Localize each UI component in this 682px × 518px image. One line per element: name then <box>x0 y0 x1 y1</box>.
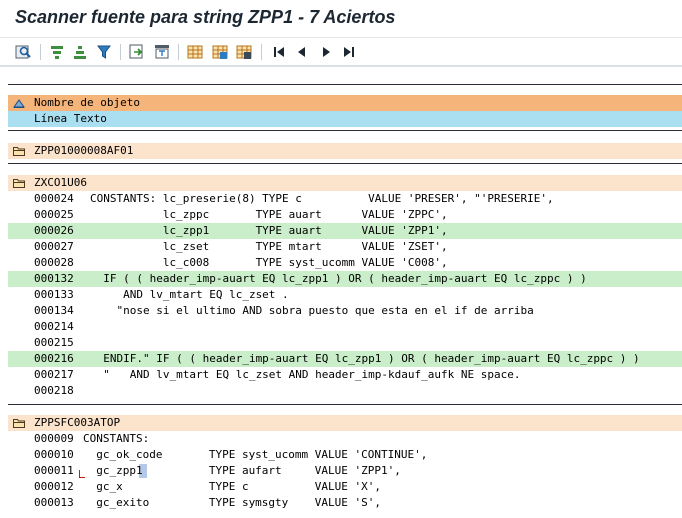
group-name: ZXCO1U06 <box>34 176 87 189</box>
line-text: AND lv_mtart EQ lc_zset . <box>90 288 289 301</box>
line-text: lc_zset TYPE mtart VALUE 'ZSET', <box>90 240 448 253</box>
previous-page-icon[interactable] <box>292 42 312 62</box>
code-line[interactable]: 000134 "nose si el ultimo AND sobra pues… <box>8 303 682 319</box>
sort-descending-icon[interactable] <box>70 42 90 62</box>
code-line[interactable]: 000010 gc_ok_code TYPE syst_ucomm VALUE … <box>8 447 682 463</box>
folder-icon[interactable] <box>13 178 25 188</box>
next-page-icon[interactable] <box>316 42 336 62</box>
code-line[interactable]: 000024 CONSTANTS: lc_preserie(8) TYPE c V… <box>8 191 682 207</box>
line-number: 000028 <box>34 256 74 269</box>
line-number: 000025 <box>34 208 74 221</box>
line-text: "nose si el ultimo AND sobra puesto que … <box>90 304 534 317</box>
line-number: 000215 <box>34 336 74 349</box>
column-header-line-text: Línea Texto <box>34 112 107 125</box>
toolbar-separator <box>120 44 121 60</box>
line-text: " AND lv_mtart EQ lc_zset AND header_imp… <box>90 368 521 381</box>
line-number: 000024 <box>34 192 74 205</box>
group-name: ZPPSFC003ATOP <box>34 416 121 429</box>
toolbar-separator <box>261 44 262 60</box>
line-number: 000133 <box>34 288 74 301</box>
window-title: Scanner fuente para string ZPP1 - 7 Acie… <box>15 7 396 27</box>
line-number: 000217 <box>34 368 74 381</box>
first-page-icon[interactable] <box>269 42 289 62</box>
toolbar-separator <box>40 44 41 60</box>
line-number: 000132 <box>34 272 74 285</box>
last-page-icon[interactable] <box>339 42 359 62</box>
line-text: lc_c008 TYPE syst_ucomm VALUE 'C008', <box>90 256 448 269</box>
code-line-hit[interactable]: 000132 IF ( ( header_imp-auart EQ lc_zpp… <box>8 271 682 287</box>
layout-save-icon[interactable] <box>234 42 254 62</box>
divider <box>8 130 682 131</box>
line-number: 000010 <box>34 448 74 461</box>
filter-icon[interactable] <box>94 42 114 62</box>
line-number: 000214 <box>34 320 74 333</box>
line-text: gc_ok_code TYPE syst_ucomm VALUE 'CONTIN… <box>83 448 428 461</box>
line-text: lc_zpp1 TYPE auart VALUE 'ZPP1', <box>90 224 448 237</box>
line-text: IF ( ( header_imp-auart EQ lc_zpp1 ) OR … <box>90 272 587 285</box>
layout-select-icon[interactable] <box>210 42 230 62</box>
code-line-hit[interactable]: 000216 ENDIF." IF ( ( header_imp-auart E… <box>8 351 682 367</box>
line-number: 000027 <box>34 240 74 253</box>
line-number: 000134 <box>34 304 74 317</box>
find-icon[interactable] <box>14 42 34 62</box>
line-number: 000218 <box>34 384 74 397</box>
export-icon[interactable] <box>127 42 147 62</box>
code-line[interactable]: 000217 " AND lv_mtart EQ lc_zset AND hea… <box>8 367 682 383</box>
title-bar: Scanner fuente para string ZPP1 - 7 Acie… <box>0 0 682 38</box>
code-line-selected[interactable]: 000011 gc_zpp1 TYPE aufart VALUE 'ZPP1', <box>8 463 682 479</box>
code-line[interactable]: 000214 <box>8 319 682 335</box>
code-line[interactable]: 000025 lc_zppc TYPE auart VALUE 'ZPPC', <box>8 207 682 223</box>
divider <box>8 84 682 85</box>
line-number: 000011 <box>34 464 74 477</box>
group-row[interactable]: ZXCO1U06 <box>8 175 682 191</box>
code-line[interactable]: 000013 gc_exito TYPE symsgty VALUE 'S', <box>8 495 682 511</box>
line-number: 000216 <box>34 352 74 365</box>
sort-ascending-icon[interactable] <box>47 42 67 62</box>
divider <box>8 404 682 405</box>
code-line[interactable]: 000012 gc_x TYPE c VALUE 'X', <box>8 479 682 495</box>
code-line[interactable]: 000009 CONSTANTS: <box>8 431 682 447</box>
line-text: gc_zpp1 TYPE aufart VALUE 'ZPP1', <box>83 464 401 477</box>
line-number: 000009 <box>34 432 74 445</box>
header-row-object-name[interactable]: Nombre de objeto <box>8 95 682 111</box>
group-name: ZPP01000008AF01 <box>34 144 134 157</box>
collapse-all-icon[interactable] <box>13 98 25 108</box>
code-line[interactable]: 000027 lc_zset TYPE mtart VALUE 'ZSET', <box>8 239 682 255</box>
folder-icon[interactable] <box>13 418 25 428</box>
line-text: CONSTANTS: lc_preserie(8) TYPE c VALUE '… <box>90 192 554 205</box>
line-number: 000013 <box>34 496 74 509</box>
folder-icon[interactable] <box>13 146 25 156</box>
results-list: Nombre de objeto Línea Texto ZPP01000008… <box>0 66 682 518</box>
toolbar <box>0 38 682 66</box>
line-text: CONSTANTS: <box>83 432 150 445</box>
header-row-columns: Línea Texto <box>8 111 682 127</box>
code-line-hit[interactable]: 000026 lc_zpp1 TYPE auart VALUE 'ZPP1', <box>8 223 682 239</box>
line-text: lc_zppc TYPE auart VALUE 'ZPPC', <box>90 208 448 221</box>
layout-icon[interactable] <box>185 42 205 62</box>
line-text: gc_exito TYPE symsgty VALUE 'S', <box>83 496 382 509</box>
code-line[interactable]: 000133 AND lv_mtart EQ lc_zset . <box>8 287 682 303</box>
toolbar-separator <box>178 44 179 60</box>
line-number: 000026 <box>34 224 74 237</box>
group-row[interactable]: ZPPSFC003ATOP <box>8 415 682 431</box>
group-row[interactable]: ZPP01000008AF01 <box>8 143 682 159</box>
print-icon[interactable] <box>152 42 172 62</box>
line-text: ENDIF." IF ( ( header_imp-auart EQ lc_zp… <box>90 352 640 365</box>
code-line[interactable]: 000218 <box>8 383 682 399</box>
code-line[interactable]: 000215 <box>8 335 682 351</box>
line-text: gc_x TYPE c VALUE 'X', <box>83 480 382 493</box>
code-line[interactable]: 000028 lc_c008 TYPE syst_ucomm VALUE 'C0… <box>8 255 682 271</box>
column-header-object-name: Nombre de objeto <box>34 96 140 109</box>
line-number: 000012 <box>34 480 74 493</box>
divider <box>8 163 682 164</box>
